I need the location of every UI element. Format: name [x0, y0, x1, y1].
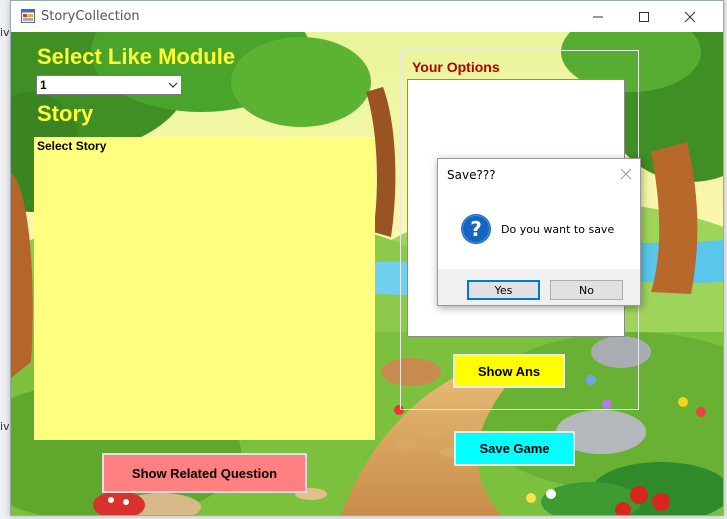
- maximize-icon: [639, 11, 649, 22]
- background-text-fragment: iv: [0, 420, 10, 433]
- save-dialog: Save??? ? Do you want to save Yes No: [437, 158, 641, 306]
- window-title: StoryCollection: [41, 9, 140, 24]
- dialog-message: Do you want to save: [501, 223, 615, 236]
- dialog-title: Save???: [447, 168, 496, 182]
- minimize-button[interactable]: [575, 1, 621, 32]
- show-related-question-button[interactable]: Show Related Question: [102, 453, 307, 493]
- minimize-icon: [593, 16, 603, 17]
- show-ans-button[interactable]: Show Ans: [453, 354, 565, 388]
- yes-button[interactable]: Yes: [467, 280, 540, 300]
- app-form-icon: [21, 9, 35, 23]
- dialog-close-icon[interactable]: [620, 168, 632, 180]
- story-placeholder-label: Select Story: [37, 139, 107, 153]
- story-heading: Story: [37, 101, 94, 126]
- question-icon: ?: [461, 214, 491, 244]
- options-title: Your Options: [412, 59, 500, 75]
- save-game-button[interactable]: Save Game: [454, 431, 575, 466]
- svg-text:?: ?: [470, 217, 482, 241]
- no-button[interactable]: No: [550, 280, 623, 300]
- close-icon: [684, 11, 696, 22]
- title-bar[interactable]: StoryCollection: [11, 1, 723, 32]
- story-text-area[interactable]: Select Story: [34, 137, 375, 440]
- module-select-value: 1: [40, 78, 47, 92]
- module-heading: Select Like Module: [37, 44, 236, 69]
- module-select[interactable]: 1: [36, 75, 182, 95]
- close-button[interactable]: [667, 1, 713, 32]
- background-text-fragment: iv: [0, 26, 10, 39]
- maximize-button[interactable]: [621, 1, 667, 32]
- chevron-down-icon: [168, 82, 178, 88]
